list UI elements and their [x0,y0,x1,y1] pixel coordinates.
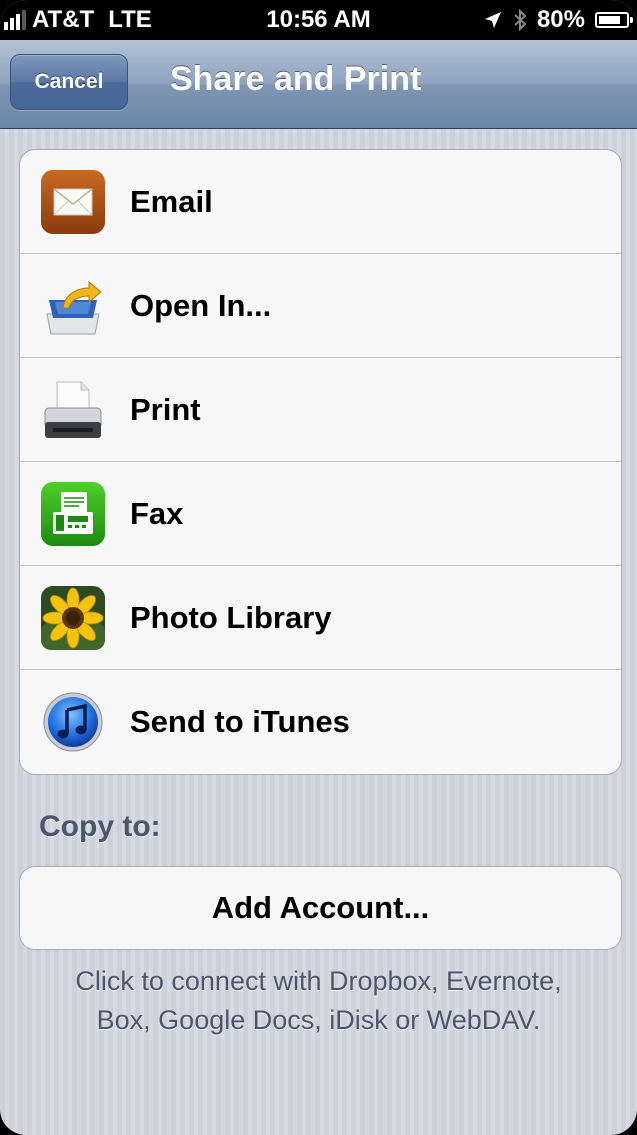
status-right: 80% [483,6,633,34]
list-item-photo-library[interactable]: Photo Library [20,566,621,670]
list-item-label: Photo Library [130,599,332,635]
copy-to-heading: Copy to: [39,810,161,843]
itunes-note-icon [43,692,103,752]
mail-envelope-icon [41,169,105,234]
cancel-button[interactable]: Cancel [10,54,128,110]
share-and-print-screen: AT&T LTE 10:56 AM 80% Cancel Share and P… [0,0,637,1135]
fax-machine-icon [41,481,105,546]
list-item-label: Send to iTunes [130,704,350,739]
battery-percent: 80% [536,6,585,33]
list-item-open-in[interactable]: Open In... [20,254,621,358]
list-item-label: Email [130,183,213,219]
sunflower-photo-icon [41,585,105,650]
battery-icon [595,12,633,28]
hint-line-2: Box, Google Docs, iDisk or WebDAV. [96,1005,541,1035]
navigation-bar: Cancel Share and Print [0,40,637,129]
hint-line-1: Click to connect with Dropbox, Evernote, [75,966,562,996]
list-item-print[interactable]: Print [20,358,621,462]
status-bar: AT&T LTE 10:56 AM 80% [0,0,637,40]
location-arrow-icon [484,12,501,28]
list-item-label: Fax [130,495,184,531]
add-account-hint: Click to connect with Dropbox, Evernote,… [0,962,637,1040]
page-title: Share and Print [170,60,422,98]
share-options-list: Email Open In... Print Fax Photo Library… [19,149,622,775]
printer-icon [44,381,102,438]
list-item-send-to-itunes[interactable]: Send to iTunes [20,670,621,774]
list-item-label: Print [130,391,201,427]
list-item-email[interactable]: Email [20,150,621,254]
add-account-button[interactable]: Add Account... [19,866,622,950]
open-in-tray-icon [46,280,102,334]
bluetooth-icon [514,8,527,32]
list-item-fax[interactable]: Fax [20,462,621,566]
list-item-label: Open In... [130,287,272,323]
